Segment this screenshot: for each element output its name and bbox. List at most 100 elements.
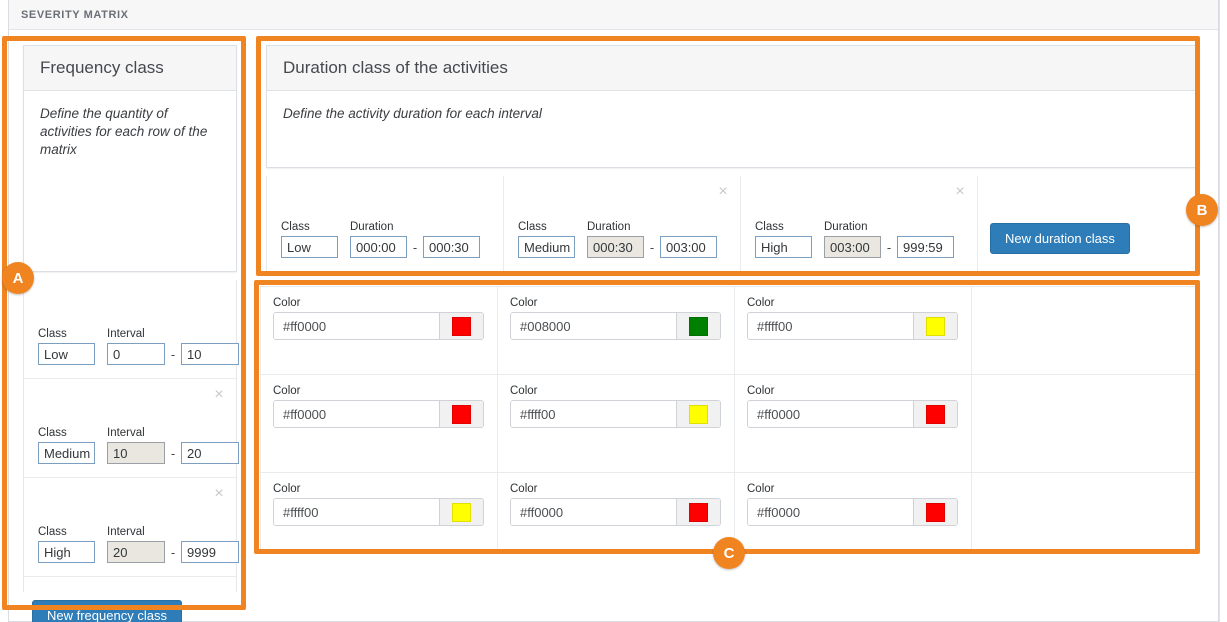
- duration-from-input[interactable]: 000:00: [350, 236, 407, 258]
- frequency-class-input[interactable]: High: [38, 541, 95, 563]
- duration-actions-cell: New duration class: [978, 176, 1199, 271]
- color-value-input[interactable]: #ffff00: [511, 401, 676, 427]
- duration-dash: -: [886, 240, 892, 255]
- close-icon[interactable]: ×: [953, 184, 967, 200]
- frequency-interval-to-input[interactable]: 20: [181, 442, 239, 464]
- color-value-input[interactable]: #ff0000: [748, 499, 913, 525]
- duration-to-input[interactable]: 000:30: [423, 236, 480, 258]
- color-swatch-icon: [926, 404, 945, 424]
- frequency-class-label: Class: [38, 328, 67, 340]
- color-grid-panel: Color #ff0000 Color #008000 Color #ffff0…: [260, 286, 1200, 551]
- color-cell-empty: [972, 375, 1199, 473]
- color-value-input[interactable]: #008000: [511, 313, 676, 339]
- duration-panel-header: Duration class of the activities: [267, 46, 1199, 91]
- frequency-class-panel: Frequency class Define the quantity of a…: [23, 45, 237, 272]
- color-swatch-icon: [926, 502, 945, 522]
- close-icon[interactable]: ×: [212, 387, 226, 403]
- close-icon[interactable]: ×: [716, 184, 730, 200]
- color-picker-button[interactable]: [913, 499, 957, 525]
- color-input-group: #ffff00: [510, 400, 721, 428]
- duration-class-input[interactable]: Medium: [518, 236, 575, 258]
- frequency-interval-dash: -: [170, 347, 176, 362]
- duration-row: × Class Medium Duration 000:30 - 003:00: [504, 176, 741, 271]
- frequency-interval-group: Interval 10: [107, 427, 165, 464]
- new-duration-class-button[interactable]: New duration class: [990, 223, 1130, 254]
- frequency-interval-group: Interval 0: [107, 328, 165, 365]
- color-picker-button[interactable]: [439, 401, 483, 427]
- annotation-badge-c: C: [713, 537, 745, 569]
- duration-row-fields: Class High Duration 003:00 - 999:59: [755, 221, 954, 258]
- color-picker-button[interactable]: [676, 499, 720, 525]
- color-value-input[interactable]: #ffff00: [748, 313, 913, 339]
- color-cell: Color #ff0000: [261, 375, 498, 473]
- duration-panel-title: Duration class of the activities: [283, 58, 508, 77]
- frequency-interval-group: Interval 20: [107, 526, 165, 563]
- duration-from-input[interactable]: 000:30: [587, 236, 644, 258]
- duration-value-group: Duration 000:30: [587, 221, 644, 258]
- frequency-row-fields: Class Medium Interval 10 - 20: [38, 427, 239, 464]
- color-input-group: #ffff00: [747, 312, 958, 340]
- color-label: Color: [510, 297, 538, 309]
- color-swatch-icon: [689, 502, 708, 522]
- frequency-row-fields: Class High Interval 20 - 9999: [38, 526, 239, 563]
- color-label: Color: [273, 385, 301, 397]
- color-swatch-icon: [926, 316, 945, 336]
- duration-label: Duration: [587, 221, 631, 233]
- duration-class-panel: Duration class of the activities Define …: [266, 45, 1200, 168]
- close-icon[interactable]: ×: [212, 486, 226, 502]
- new-duration-class-wrap: New duration class: [990, 223, 1130, 254]
- color-picker-button[interactable]: [439, 499, 483, 525]
- new-frequency-class-button[interactable]: New frequency class: [32, 600, 182, 622]
- frequency-interval-label: Interval: [107, 526, 145, 538]
- frequency-interval-from-input[interactable]: 20: [107, 541, 165, 563]
- color-input-group: #ff0000: [273, 400, 484, 428]
- frequency-rows-list: Class Low Interval 0 - 10 × Class Medium…: [23, 280, 239, 592]
- frequency-interval-to-input[interactable]: 10: [181, 343, 239, 365]
- frequency-class-group: Class Medium: [38, 427, 95, 464]
- color-picker-button[interactable]: [439, 313, 483, 339]
- severity-matrix-screen: SEVERITY MATRIX Frequency class Define t…: [0, 0, 1227, 622]
- duration-class-input[interactable]: Low: [281, 236, 338, 258]
- frequency-panel-description: Define the quantity of activities for ea…: [40, 106, 208, 157]
- duration-dash: -: [649, 240, 655, 255]
- color-swatch-icon: [452, 404, 471, 424]
- duration-value-group: Duration 000:00: [350, 221, 407, 258]
- page-header: SEVERITY MATRIX: [9, 0, 1218, 30]
- duration-class-input[interactable]: High: [755, 236, 812, 258]
- frequency-class-label: Class: [38, 427, 67, 439]
- color-cell-empty: [972, 287, 1199, 375]
- frequency-row: × Class High Interval 20 - 9999: [24, 478, 239, 577]
- color-value-input[interactable]: #ff0000: [748, 401, 913, 427]
- page-title: SEVERITY MATRIX: [21, 8, 129, 21]
- color-value-input[interactable]: #ff0000: [511, 499, 676, 525]
- duration-to-input[interactable]: 003:00: [660, 236, 717, 258]
- frequency-class-input[interactable]: Low: [38, 343, 95, 365]
- color-value-input[interactable]: #ff0000: [274, 401, 439, 427]
- color-picker-button[interactable]: [676, 313, 720, 339]
- new-frequency-class-wrap: New frequency class: [32, 600, 182, 622]
- duration-panel-description: Define the activity duration for each in…: [283, 106, 542, 121]
- annotation-badge-a: A: [2, 262, 34, 294]
- duration-from-input[interactable]: 003:00: [824, 236, 881, 258]
- color-cell: Color #ffff00: [261, 473, 498, 550]
- duration-class-group: Class Low: [281, 221, 338, 258]
- duration-class-label: Class: [281, 221, 310, 233]
- frequency-interval-label: Interval: [107, 328, 145, 340]
- frequency-interval-from-input[interactable]: 0: [107, 343, 165, 365]
- frequency-row-fields: Class Low Interval 0 - 10: [38, 328, 239, 365]
- frequency-class-input[interactable]: Medium: [38, 442, 95, 464]
- color-label: Color: [747, 483, 775, 495]
- frequency-interval-label: Interval: [107, 427, 145, 439]
- color-picker-button[interactable]: [913, 401, 957, 427]
- color-picker-button[interactable]: [676, 401, 720, 427]
- duration-to-input[interactable]: 999:59: [897, 236, 954, 258]
- color-value-input[interactable]: #ffff00: [274, 499, 439, 525]
- frequency-interval-dash: -: [170, 446, 176, 461]
- frequency-interval-to-input[interactable]: 9999: [181, 541, 239, 563]
- frequency-interval-from-input[interactable]: 10: [107, 442, 165, 464]
- color-swatch-icon: [689, 316, 708, 336]
- color-value-input[interactable]: #ff0000: [274, 313, 439, 339]
- color-label: Color: [273, 483, 301, 495]
- frequency-interval-dash: -: [170, 545, 176, 560]
- color-picker-button[interactable]: [913, 313, 957, 339]
